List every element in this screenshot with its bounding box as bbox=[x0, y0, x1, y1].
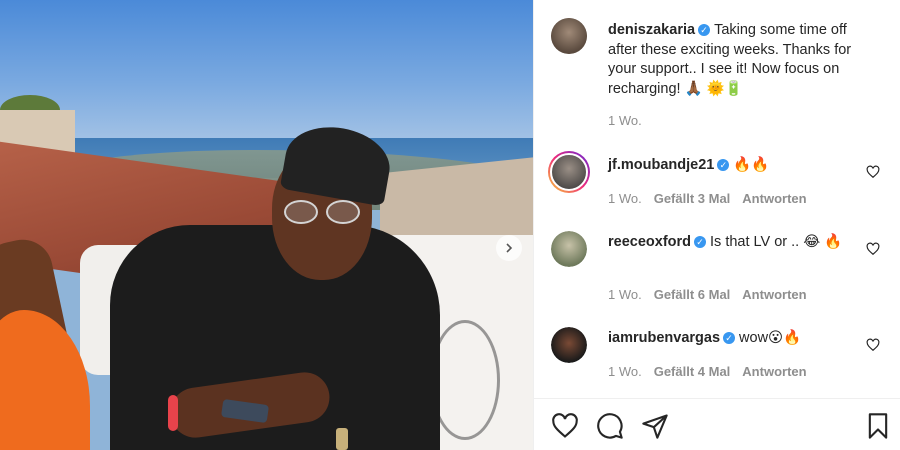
verified-badge-icon: ✓ bbox=[694, 236, 707, 248]
reply-button[interactable]: Antworten bbox=[742, 287, 806, 302]
photo-sky bbox=[0, 0, 533, 150]
avatar[interactable] bbox=[551, 327, 587, 363]
like-count[interactable]: Gefällt 4 Mal bbox=[654, 364, 731, 379]
username[interactable]: reeceoxford bbox=[608, 234, 691, 250]
verified-badge-icon: ✓ bbox=[723, 332, 736, 344]
username[interactable]: iamrubenvargas bbox=[608, 330, 720, 346]
timestamp[interactable]: 1 Wo. bbox=[608, 191, 642, 206]
timestamp[interactable]: 1 Wo. bbox=[608, 364, 642, 379]
chevron-right-icon bbox=[506, 243, 513, 253]
photo-cushion-logo bbox=[430, 320, 500, 440]
reply-button[interactable]: Antworten bbox=[742, 191, 806, 206]
timestamp[interactable]: 1 Wo. bbox=[608, 287, 642, 302]
timestamp[interactable]: 1 Wo. bbox=[608, 113, 642, 128]
avatar[interactable] bbox=[548, 151, 590, 193]
post-photo[interactable] bbox=[0, 0, 533, 450]
like-count[interactable]: Gefällt 6 Mal bbox=[654, 287, 731, 302]
photo-watch bbox=[336, 428, 348, 450]
comment-icon[interactable] bbox=[596, 412, 624, 440]
photo-person-glasses bbox=[284, 200, 364, 224]
carousel-next-button[interactable] bbox=[496, 235, 522, 261]
avatar[interactable] bbox=[551, 231, 587, 267]
heart-icon[interactable] bbox=[866, 242, 880, 256]
heart-icon[interactable] bbox=[866, 165, 880, 179]
heart-icon[interactable] bbox=[866, 338, 880, 352]
avatar[interactable] bbox=[551, 18, 587, 54]
like-count[interactable]: Gefällt 3 Mal bbox=[654, 191, 731, 206]
verified-badge-icon: ✓ bbox=[717, 159, 730, 171]
comments-panel: deniszakaria ✓ Taking some time off after … bbox=[533, 0, 900, 450]
comment-text: wow😮🔥 bbox=[739, 330, 802, 346]
comments-list[interactable]: deniszakaria ✓ Taking some time off after … bbox=[534, 0, 900, 398]
username[interactable]: deniszakaria bbox=[608, 22, 695, 38]
paper-plane-icon[interactable] bbox=[641, 412, 669, 440]
photo-bracelet bbox=[168, 395, 178, 431]
photo-orange-shorts bbox=[0, 310, 90, 450]
comment-text: Is that LV or .. 😂 🔥 bbox=[710, 234, 843, 250]
verified-badge-icon: ✓ bbox=[698, 24, 711, 36]
post-action-bar bbox=[534, 398, 900, 450]
comment-text: 🔥🔥 bbox=[733, 157, 770, 173]
bookmark-icon[interactable] bbox=[864, 412, 892, 440]
reply-button[interactable]: Antworten bbox=[742, 364, 806, 379]
heart-icon[interactable] bbox=[551, 412, 579, 440]
username[interactable]: jf.moubandje21 bbox=[608, 157, 714, 173]
